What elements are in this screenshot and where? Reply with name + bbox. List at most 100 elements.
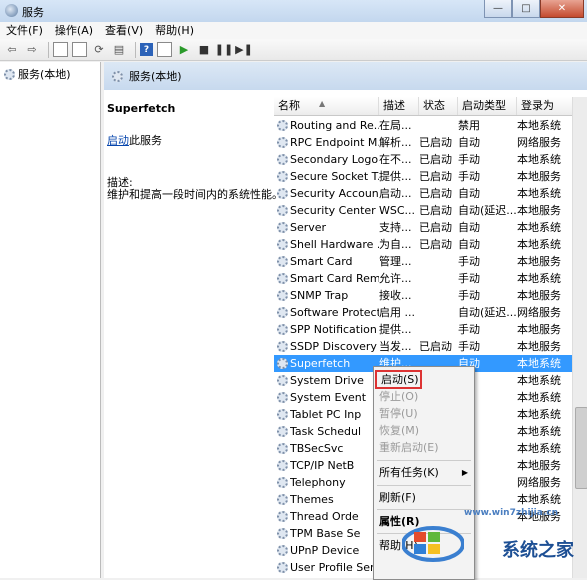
gear-icon bbox=[277, 443, 288, 454]
help-icon[interactable]: ? bbox=[140, 43, 153, 56]
pane-header-title: 服务(本地) bbox=[129, 70, 182, 83]
cell-desc: 提供... bbox=[379, 170, 412, 183]
column-header-label: 名称 bbox=[278, 99, 300, 112]
services-app-icon bbox=[5, 4, 18, 17]
context-menu-refresh[interactable]: 刷新(F) bbox=[374, 489, 474, 506]
cell-name: Software Protect... bbox=[290, 306, 379, 319]
restart-service-icon[interactable]: ▶❚ bbox=[235, 42, 253, 58]
menu-bar: 文件(F) 操作(A) 查看(V) 帮助(H) bbox=[0, 22, 587, 39]
export-list-icon[interactable]: ▤ bbox=[111, 42, 127, 58]
gear-icon bbox=[4, 68, 15, 80]
properties-icon[interactable] bbox=[72, 42, 87, 57]
context-menu-start[interactable]: 启动(S) bbox=[375, 370, 422, 389]
menu-action[interactable]: 操作(A) bbox=[49, 22, 99, 39]
table-row[interactable]: SSDP Discovery 当发... 已启动 手动 本地服务 bbox=[274, 338, 587, 355]
show-console-tree-icon[interactable] bbox=[53, 42, 68, 57]
tree-node-services-local[interactable]: 服务(本地) bbox=[4, 66, 71, 82]
cell-status: 已启动 bbox=[419, 340, 452, 353]
cell-status bbox=[419, 287, 458, 304]
cell-name: Secondary Logon bbox=[290, 153, 379, 166]
gear-icon bbox=[277, 426, 288, 437]
cell-name: Telephony bbox=[290, 476, 346, 489]
title-bar: 服务 — □ ✕ bbox=[0, 0, 587, 23]
cell-name: Thread Orde bbox=[290, 510, 359, 523]
description-text: 维护和提高一段时间内的系统性能。 bbox=[107, 188, 283, 201]
window-title: 服务 bbox=[22, 6, 44, 19]
gear-icon bbox=[277, 256, 288, 267]
cell-startup: 手动 bbox=[458, 272, 480, 285]
cell-name: SPP Notification ... bbox=[290, 323, 379, 336]
table-row[interactable]: Security Center WSC... 已启动 自动(延迟... 本地服务 bbox=[274, 202, 587, 219]
gear-icon bbox=[277, 324, 288, 335]
table-row[interactable]: Smart Card Rem...允许...手动本地系统 bbox=[274, 270, 587, 287]
gear-icon bbox=[277, 392, 288, 403]
table-row[interactable]: Routing and Re... 在局... 禁用 本地系统 bbox=[274, 117, 587, 134]
forward-arrow-icon[interactable]: ⇨ bbox=[24, 42, 40, 58]
gear-icon bbox=[277, 409, 288, 420]
column-header-description[interactable]: 描述 bbox=[379, 97, 419, 115]
cell-name: Smart Card Rem... bbox=[290, 272, 379, 285]
cell-name: Security Center bbox=[290, 204, 376, 217]
start-service-icon[interactable]: ▶ bbox=[176, 42, 192, 58]
close-button[interactable]: ✕ bbox=[540, 0, 584, 18]
cell-startup: 手动 bbox=[458, 323, 480, 336]
menu-view[interactable]: 查看(V) bbox=[99, 22, 149, 39]
back-arrow-icon[interactable]: ⇦ bbox=[4, 42, 20, 58]
gear-icon bbox=[277, 120, 288, 131]
stop-service-icon[interactable]: ■ bbox=[196, 42, 212, 58]
watermark-brand: 系统之家 bbox=[502, 540, 574, 561]
menu-separator bbox=[377, 485, 471, 486]
column-header-name[interactable]: ▲ 名称 bbox=[274, 97, 379, 115]
cell-desc: WSC... bbox=[379, 204, 416, 217]
table-row[interactable]: Server 支持... 已启动 自动 本地系统 bbox=[274, 219, 587, 236]
table-row[interactable]: Smart Card 管理... 手动 本地服务 bbox=[274, 253, 587, 270]
cell-desc: 当发... bbox=[379, 340, 412, 353]
menu-separator bbox=[377, 460, 471, 461]
start-service-link[interactable]: 启动 bbox=[107, 134, 129, 147]
cell-name: UPnP Device bbox=[290, 544, 360, 557]
all-tasks-label: 所有任务(K) bbox=[379, 466, 439, 479]
table-row[interactable]: Secondary Logon 在不... 已启动 手动 本地系统 bbox=[274, 151, 587, 168]
table-row[interactable]: Secure Socket T... 提供... 已启动 手动 本地服务 bbox=[274, 168, 587, 185]
gear-icon bbox=[277, 273, 288, 284]
gear-icon bbox=[277, 528, 288, 539]
gear-icon bbox=[277, 341, 288, 352]
cell-status: 已启动 bbox=[419, 204, 452, 217]
column-header-status[interactable]: 状态 bbox=[419, 97, 458, 115]
cell-name: Routing and Re... bbox=[290, 119, 379, 132]
cell-name: Server bbox=[290, 221, 327, 234]
cell-name: RPC Endpoint M... bbox=[290, 136, 379, 149]
cell-status: 已启动 bbox=[419, 187, 452, 200]
refresh-icon[interactable]: ⟳ bbox=[91, 42, 107, 58]
column-header-startup-type[interactable]: 启动类型 bbox=[458, 97, 517, 115]
table-row[interactable]: Software Protect...启用 ...自动(延迟...网络服务 bbox=[274, 304, 587, 321]
gear-icon bbox=[277, 290, 288, 301]
table-row[interactable]: Shell Hardware ... 为自... 已启动 自动 本地系统 bbox=[274, 236, 587, 253]
table-row[interactable]: RPC Endpoint M... 解析... 已启动 自动 网络服务 bbox=[274, 134, 587, 151]
action-pane-icon[interactable] bbox=[157, 42, 172, 57]
context-menu-all-tasks[interactable]: 所有任务(K) ▶ bbox=[374, 464, 474, 481]
cell-status: 已启动 bbox=[419, 136, 452, 149]
table-row[interactable]: SNMP Trap 接收... 手动 本地服务 bbox=[274, 287, 587, 304]
cell-name: User Profile Serv... bbox=[290, 561, 379, 574]
gear-icon bbox=[277, 494, 288, 505]
console-tree: 服务(本地) bbox=[0, 62, 101, 578]
scrollbar-thumb[interactable] bbox=[575, 407, 587, 489]
minimize-button[interactable]: — bbox=[484, 0, 512, 18]
pause-service-icon[interactable]: ❚❚ bbox=[215, 42, 233, 58]
selected-service-name: Superfetch bbox=[107, 102, 176, 115]
services-pane: 服务(本地) Superfetch 启动此服务 描述: 维护和提高一段时间内的系… bbox=[104, 62, 587, 578]
cell-name: Superfetch bbox=[290, 357, 351, 370]
menu-help[interactable]: 帮助(H) bbox=[149, 22, 200, 39]
table-row[interactable]: SPP Notification ...提供...手动本地服务 bbox=[274, 321, 587, 338]
gear-icon bbox=[277, 307, 288, 318]
maximize-button[interactable]: □ bbox=[512, 0, 540, 18]
gear-icon bbox=[277, 154, 288, 165]
cell-name: TPM Base Se bbox=[290, 527, 361, 540]
cell-status: 已启动 bbox=[419, 221, 452, 234]
cell-startup: 自动 bbox=[458, 238, 480, 251]
menu-file[interactable]: 文件(F) bbox=[0, 22, 49, 39]
table-row[interactable]: Security Account...启动...已启动自动本地系统 bbox=[274, 185, 587, 202]
cell-startup: 手动 bbox=[458, 289, 480, 302]
cell-name: System Drive bbox=[290, 374, 364, 387]
